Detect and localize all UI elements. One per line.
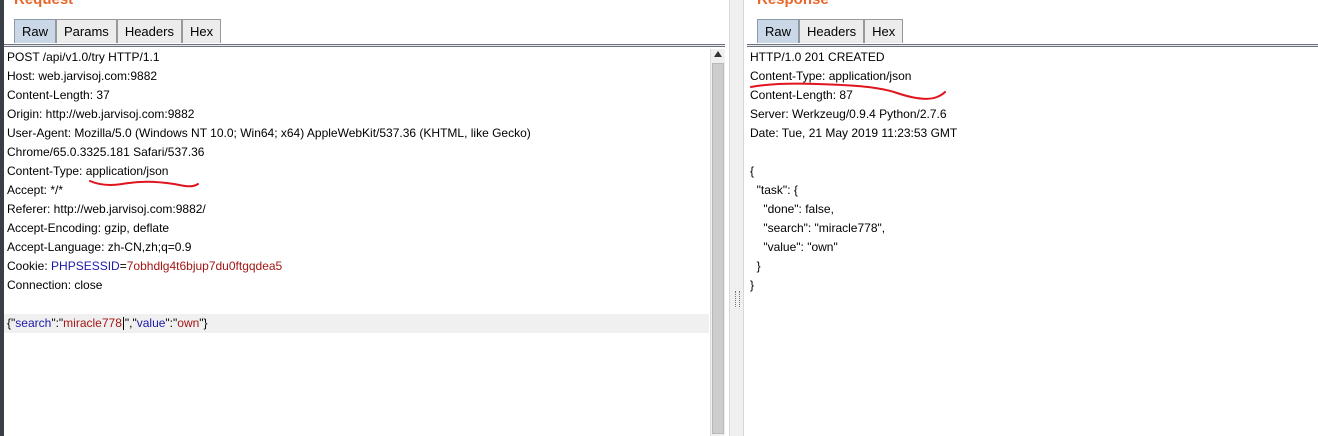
- cookie-prefix: Cookie:: [7, 259, 52, 273]
- json-punct: ":": [165, 316, 178, 330]
- request-line: Chrome/65.0.3325.181 Safari/537.36: [7, 145, 205, 159]
- cookie-name: PHPSESSID: [51, 259, 120, 273]
- response-line: [747, 143, 1307, 162]
- request-line: Connection: close: [7, 278, 103, 292]
- request-line: Content-Type: application/json: [7, 164, 169, 178]
- response-line: "value": "own": [750, 240, 838, 254]
- split-pane-divider[interactable]: [729, 0, 744, 436]
- tab-raw[interactable]: Raw: [757, 19, 800, 43]
- request-scrollbar[interactable]: [710, 49, 725, 436]
- request-line: Accept-Language: zh-CN,zh;q=0.9: [7, 240, 192, 254]
- tab-headers[interactable]: Headers: [116, 19, 182, 43]
- cookie-value: 7obhdlg4t6bjup7du0ftgqdea5: [126, 259, 283, 273]
- json-key: search: [15, 316, 52, 330]
- response-editor[interactable]: HTTP/1.0 201 CREATED Content-Type: appli…: [747, 48, 1307, 295]
- request-line: Accept-Encoding: gzip, deflate: [7, 221, 170, 235]
- request-line: User-Agent: Mozilla/5.0 (Windows NT 10.0…: [7, 126, 531, 140]
- request-line: Referer: http://web.jarvisoj.com:9882/: [7, 202, 206, 216]
- request-line: Origin: http://web.jarvisoj.com:9882: [7, 107, 195, 121]
- json-punct: ":": [51, 316, 64, 330]
- text-cursor: [122, 317, 124, 331]
- response-panel: Response Raw Headers Hex HTTP/1.0 201 CR…: [747, 0, 1318, 436]
- tab-params[interactable]: Params: [56, 19, 117, 43]
- response-line: "done": false,: [750, 202, 834, 216]
- json-punct: "}: [199, 316, 208, 330]
- request-title: Request: [14, 0, 73, 8]
- json-value: own: [177, 316, 200, 330]
- tab-underline: [747, 44, 1318, 47]
- request-tabs: Raw Params Headers Hex: [14, 19, 222, 44]
- request-panel: Request Raw Params Headers Hex POST /api…: [4, 0, 725, 436]
- response-line: "search": "miracle778",: [750, 221, 886, 235]
- response-line: }: [750, 278, 755, 292]
- response-line: "task": {: [750, 183, 798, 197]
- response-line: }: [750, 259, 761, 273]
- response-title: Response: [757, 0, 829, 8]
- scroll-thumb[interactable]: [712, 63, 724, 434]
- request-line: Content-Length: 37: [7, 88, 110, 102]
- json-value: miracle778: [63, 316, 122, 330]
- json-key: value: [136, 316, 166, 330]
- request-line: Host: web.jarvisoj.com:9882: [7, 69, 158, 83]
- request-body-line[interactable]: {"search":"miracle778 ","value":"own"}: [4, 314, 709, 333]
- scroll-up-arrow-icon[interactable]: [714, 51, 722, 57]
- response-line: Content-Length: 87: [750, 88, 853, 102]
- cookie-eq: =: [119, 259, 127, 273]
- response-line: {: [750, 164, 755, 178]
- tab-headers[interactable]: Headers: [799, 19, 865, 43]
- cookie-line: Cookie: PHPSESSID=7obhdlg4t6bjup7du0ftgq…: [4, 257, 709, 276]
- json-punct: ",": [124, 316, 137, 330]
- request-editor[interactable]: POST /api/v1.0/try HTTP/1.1 Host: web.ja…: [4, 48, 709, 333]
- response-line: Server: Werkzeug/0.9.4 Python/2.7.6: [750, 107, 947, 121]
- response-line: Date: Tue, 21 May 2019 11:23:53 GMT: [750, 126, 958, 140]
- tab-hex[interactable]: Hex: [181, 19, 222, 43]
- tab-raw[interactable]: Raw: [14, 19, 57, 43]
- request-line: Accept: */*: [7, 183, 64, 197]
- request-line: POST /api/v1.0/try HTTP/1.1: [7, 50, 160, 64]
- response-tabs: Raw Headers Hex: [757, 19, 904, 44]
- response-line: Content-Type: application/json: [750, 69, 912, 83]
- divider-grip-icon[interactable]: [735, 291, 740, 307]
- tab-hex[interactable]: Hex: [864, 19, 904, 43]
- response-line: HTTP/1.0 201 CREATED: [750, 50, 885, 64]
- tab-underline: [4, 44, 725, 47]
